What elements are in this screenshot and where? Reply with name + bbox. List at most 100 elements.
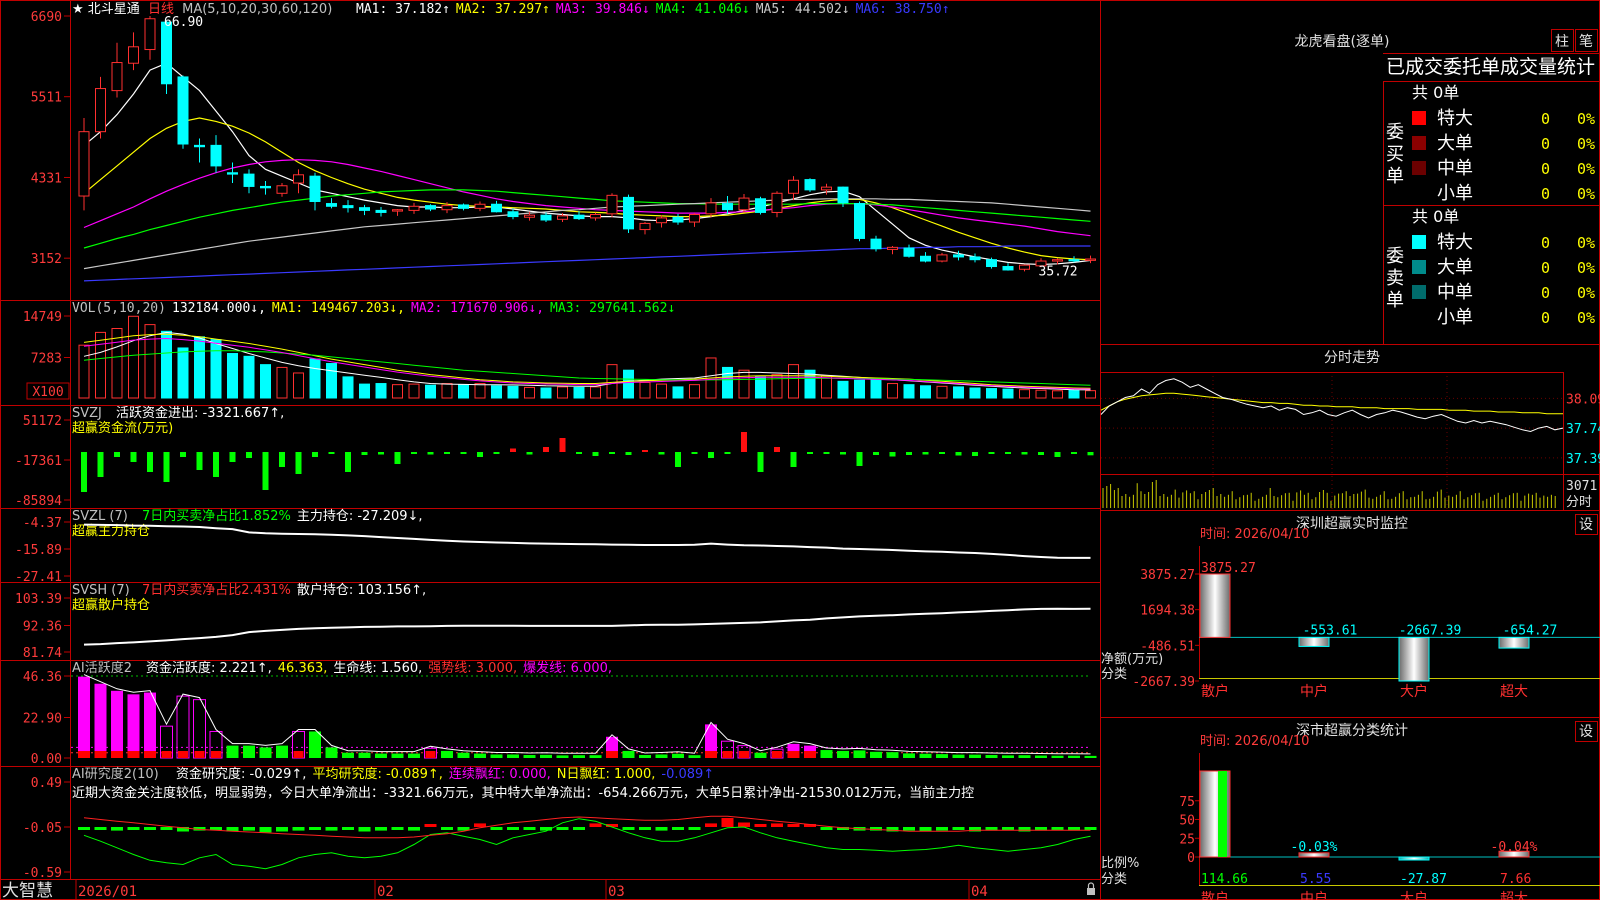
svsh-position-line (83, 607, 1091, 646)
svzj-bar (741, 432, 747, 452)
candle[interactable] (672, 213, 684, 225)
candle[interactable] (936, 252, 948, 263)
candle[interactable] (689, 213, 700, 227)
y-tick-label: 103.39 (15, 592, 62, 607)
vol-bar (755, 376, 766, 399)
svzj-bar (246, 452, 252, 458)
ai-act-bar (639, 754, 651, 758)
candle[interactable] (326, 198, 337, 209)
candle[interactable] (210, 135, 222, 173)
ai-res-bar (391, 827, 404, 830)
ai-res-bar (408, 827, 420, 831)
candle[interactable] (474, 201, 486, 212)
candle-body (804, 179, 816, 191)
order-row-value: 0 (1541, 110, 1550, 128)
intraday-chart[interactable]: 38.09 37.74 37.39 3071分时 (1100, 372, 1600, 510)
candle[interactable] (95, 76, 106, 139)
sz-monitor-settings-button[interactable]: 设 (1575, 514, 1598, 535)
svzj-bar (675, 452, 681, 467)
svzj-bar (97, 452, 104, 477)
candle[interactable] (788, 176, 799, 201)
candle[interactable] (161, 20, 172, 95)
candle[interactable] (260, 180, 271, 195)
tick-mode-button[interactable]: 笔 (1575, 29, 1598, 52)
candle[interactable] (359, 204, 370, 216)
candle[interactable] (243, 169, 255, 194)
candle[interactable] (969, 253, 981, 263)
candle[interactable] (656, 215, 667, 228)
vol-bars (78, 315, 1096, 399)
ai-act-bar (919, 753, 932, 758)
candle[interactable] (639, 222, 651, 235)
candle[interactable] (1085, 255, 1096, 264)
candle[interactable] (755, 196, 766, 215)
ai-res-bar (787, 824, 800, 827)
candle[interactable] (903, 244, 915, 258)
svzj-bar (114, 452, 120, 457)
candle[interactable] (408, 202, 420, 214)
order-side-label: 委 (1386, 122, 1404, 143)
svzj-bar (955, 452, 962, 456)
monitor-y-title: 净额(万元) (1101, 652, 1163, 667)
candle[interactable] (227, 162, 238, 184)
sz-stats-settings-button[interactable]: 设 (1575, 721, 1598, 742)
candle[interactable] (342, 200, 354, 213)
candle[interactable] (738, 193, 750, 213)
candle[interactable] (293, 169, 304, 194)
ai-act-bar (490, 754, 503, 758)
candle[interactable] (309, 172, 321, 211)
svg-text:笔: 笔 (1579, 34, 1593, 50)
candle[interactable] (276, 183, 288, 197)
candle[interactable] (804, 178, 816, 192)
y-tick-label: 7283 (31, 352, 62, 367)
candlesticks[interactable] (78, 16, 1096, 272)
candle[interactable] (78, 117, 90, 211)
candle[interactable] (920, 252, 931, 263)
candle[interactable] (771, 191, 783, 218)
y-tick-label: -0.59 (23, 866, 62, 881)
vol-legend-item: 132184.000↓, (172, 301, 266, 316)
candle[interactable] (458, 203, 469, 211)
candle[interactable] (854, 201, 865, 242)
sz-stats-chart: 时间: 2026/04/10 75 50 25 0 比例%分类 114.66 散户 -0.03%… (1101, 734, 1600, 900)
ai-res-bar (820, 827, 833, 830)
vol-y-axis: 14749 7283 X100 (23, 310, 70, 400)
ai-act-bar (556, 755, 569, 758)
candle[interactable] (887, 245, 898, 255)
vol-bar (1052, 390, 1063, 399)
candle[interactable] (722, 196, 733, 214)
ai-act-bar (325, 747, 338, 758)
vol-bar (887, 383, 898, 399)
candle[interactable] (870, 235, 882, 252)
candle[interactable] (590, 212, 601, 221)
candle[interactable] (392, 209, 403, 216)
ai-act-bars (71, 674, 1097, 759)
candle[interactable] (623, 194, 634, 233)
candle[interactable] (375, 206, 387, 217)
ai-res-bar (144, 827, 156, 830)
candle[interactable] (491, 200, 502, 213)
ai-act-bar (589, 755, 602, 758)
candle[interactable] (606, 193, 618, 218)
candle[interactable] (128, 32, 139, 71)
vol-bar (540, 387, 552, 399)
vol-bar (1085, 390, 1096, 399)
x-tick-label: 2026/01 (78, 884, 137, 900)
candle[interactable] (194, 138, 205, 163)
candle[interactable] (705, 198, 717, 218)
candle[interactable] (111, 42, 123, 98)
order-row-value: 0 (1541, 160, 1550, 178)
ai-act-bar (309, 731, 321, 758)
candle[interactable] (144, 16, 156, 60)
candle[interactable] (425, 204, 436, 212)
candle[interactable] (1002, 263, 1014, 271)
candle[interactable] (1019, 264, 1030, 272)
candle[interactable] (177, 75, 189, 149)
candle[interactable] (986, 257, 997, 269)
column-mode-button[interactable]: 柱 (1551, 29, 1574, 52)
stock-name[interactable]: 北斗星通 (88, 2, 140, 17)
ai-act-base (739, 751, 749, 758)
vol-bar (1068, 389, 1080, 399)
svzj-bar (807, 452, 813, 454)
stats-title: 已成交委托单成交量统计 (1386, 56, 1595, 78)
